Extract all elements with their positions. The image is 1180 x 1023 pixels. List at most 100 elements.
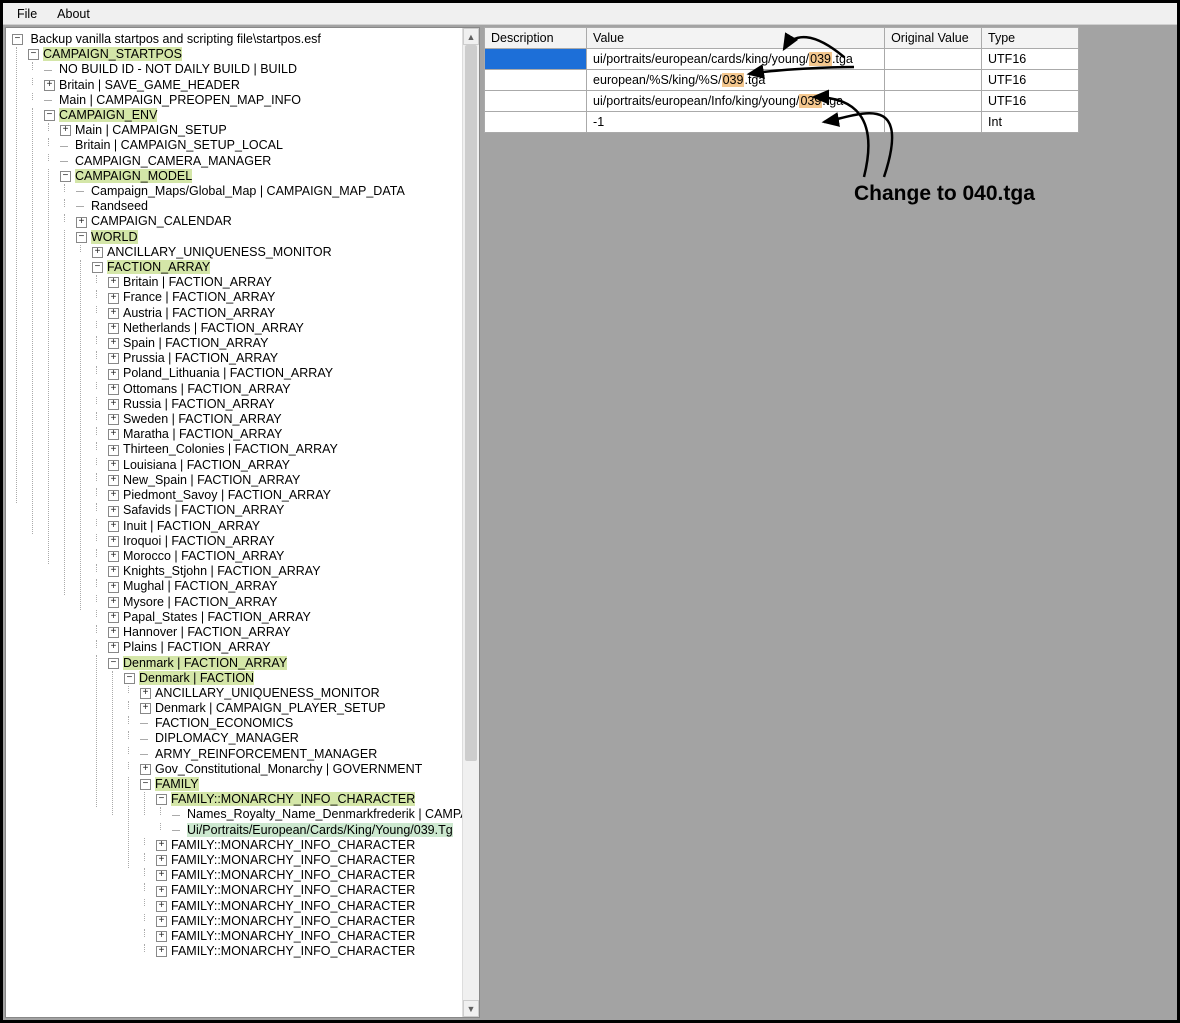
tree-item[interactable]: Britain | SAVE_GAME_HEADER [59,78,240,92]
expand-icon[interactable]: + [108,612,119,623]
tree-item[interactable]: Prussia | FACTION_ARRAY [123,351,278,365]
tree-item[interactable]: Names_Royalty_Name_Denmarkfrederik | CAM… [187,808,462,822]
tree-item[interactable]: Poland_Lithuania | FACTION_ARRAY [123,367,333,381]
tree-item[interactable]: Randseed [91,199,148,213]
tree-item[interactable]: FAMILY::MONARCHY_INFO_CHARACTER [171,884,415,898]
expand-icon[interactable]: + [108,582,119,593]
cell-description[interactable] [485,49,587,70]
expand-icon[interactable]: + [92,247,103,258]
cell-original[interactable] [885,70,982,91]
tree-root-label[interactable]: Backup vanilla startpos and scripting fi… [30,32,320,46]
expand-icon[interactable]: + [140,688,151,699]
tree-item[interactable]: FACTION_ARRAY [107,260,210,274]
expand-icon[interactable]: + [108,642,119,653]
expand-icon[interactable]: + [108,293,119,304]
col-value[interactable]: Value [587,28,885,49]
tree-item[interactable]: Morocco | FACTION_ARRAY [123,549,284,563]
menu-file[interactable]: File [7,5,47,23]
tree-item[interactable]: FAMILY::MONARCHY_INFO_CHARACTER [171,929,415,943]
expand-icon[interactable]: + [108,414,119,425]
tree-item[interactable]: Inuit | FACTION_ARRAY [123,519,260,533]
cell-value[interactable]: european/%S/king/%S/039.tga [587,70,885,91]
expand-icon[interactable]: + [156,901,167,912]
expand-icon[interactable]: + [108,429,119,440]
tree-item[interactable]: CAMPAIGN_CALENDAR [91,215,232,229]
cell-description[interactable] [485,112,587,133]
tree-item[interactable]: Mughal | FACTION_ARRAY [123,580,277,594]
tree-item[interactable]: ARMY_REINFORCEMENT_MANAGER [155,747,377,761]
expand-icon[interactable]: − [76,232,87,243]
tree-item-denmark-faction[interactable]: Denmark | FACTION [139,671,254,685]
tree-item[interactable]: New_Spain | FACTION_ARRAY [123,473,300,487]
col-type[interactable]: Type [982,28,1079,49]
tree-item[interactable]: FAMILY::MONARCHY_INFO_CHARACTER [171,914,415,928]
tree-item-monarchy-info[interactable]: FAMILY::MONARCHY_INFO_CHARACTER [171,792,415,806]
tree-item[interactable]: Netherlands | FACTION_ARRAY [123,321,304,335]
tree-item[interactable]: ANCILLARY_UNIQUENESS_MONITOR [155,686,380,700]
tree-item[interactable]: Russia | FACTION_ARRAY [123,397,275,411]
expand-icon[interactable]: + [108,551,119,562]
tree-item[interactable]: Louisiana | FACTION_ARRAY [123,458,290,472]
tree-item[interactable]: DIPLOMACY_MANAGER [155,732,299,746]
cell-type[interactable]: UTF16 [982,49,1079,70]
expand-icon[interactable]: + [76,217,87,228]
expand-icon[interactable]: + [44,80,55,91]
cell-original[interactable] [885,112,982,133]
tree-item[interactable]: Thirteen_Colonies | FACTION_ARRAY [123,443,338,457]
expand-icon[interactable]: + [108,323,119,334]
expand-icon[interactable]: + [108,277,119,288]
scroll-up-icon[interactable]: ▲ [463,28,479,45]
menu-about[interactable]: About [47,5,100,23]
tree-item[interactable]: Piedmont_Savoy | FACTION_ARRAY [123,488,331,502]
expand-icon[interactable]: − [12,34,23,45]
expand-icon[interactable]: + [108,521,119,532]
expand-icon[interactable]: + [108,566,119,577]
expand-icon[interactable]: + [108,384,119,395]
cell-type[interactable]: Int [982,112,1079,133]
cell-value[interactable]: ui/portraits/european/cards/king/young/0… [587,49,885,70]
expand-icon[interactable]: + [156,916,167,927]
expand-icon[interactable]: + [140,703,151,714]
expand-icon[interactable]: − [140,779,151,790]
cell-description[interactable] [485,91,587,112]
tree-item[interactable]: Safavids | FACTION_ARRAY [123,504,284,518]
tree-item[interactable]: Hannover | FACTION_ARRAY [123,625,291,639]
tree-item[interactable]: Denmark | CAMPAIGN_PLAYER_SETUP [155,701,386,715]
table-row[interactable]: ui/portraits/european/cards/king/young/0… [485,49,1079,70]
tree-item[interactable]: Britain | FACTION_ARRAY [123,275,272,289]
scroll-thumb[interactable] [465,45,477,761]
tree-item[interactable]: Knights_Stjohn | FACTION_ARRAY [123,564,321,578]
tree-item[interactable]: Spain | FACTION_ARRAY [123,336,268,350]
col-original[interactable]: Original Value [885,28,982,49]
expand-icon[interactable]: + [156,886,167,897]
expand-icon[interactable]: + [108,369,119,380]
expand-icon[interactable]: + [108,445,119,456]
expand-icon[interactable]: + [60,125,71,136]
expand-icon[interactable]: − [92,262,103,273]
tree-item-denmark-array[interactable]: Denmark | FACTION_ARRAY [123,656,287,670]
cell-type[interactable]: UTF16 [982,91,1079,112]
tree-item[interactable]: ANCILLARY_UNIQUENESS_MONITOR [107,245,332,259]
tree-item[interactable]: FAMILY::MONARCHY_INFO_CHARACTER [171,868,415,882]
expand-icon[interactable]: + [108,399,119,410]
table-row[interactable]: european/%S/king/%S/039.tgaUTF16 [485,70,1079,91]
tree-item-family[interactable]: FAMILY [155,777,199,791]
expand-icon[interactable]: + [108,597,119,608]
tree-item-selected[interactable]: Ui/Portraits/European/Cards/King/Young/0… [187,823,453,837]
expand-icon[interactable]: + [108,536,119,547]
expand-icon[interactable]: − [124,673,135,684]
tree-item[interactable]: CAMPAIGN_ENV [59,108,157,122]
expand-icon[interactable]: + [108,353,119,364]
tree-item[interactable]: Main | CAMPAIGN_SETUP [75,123,227,137]
tree-item[interactable]: Ottomans | FACTION_ARRAY [123,382,291,396]
tree-item[interactable]: Britain | CAMPAIGN_SETUP_LOCAL [75,139,283,153]
cell-description[interactable] [485,70,587,91]
tree-item[interactable]: FAMILY::MONARCHY_INFO_CHARACTER [171,944,415,958]
tree-item[interactable]: CAMPAIGN_MODEL [75,169,192,183]
tree-item[interactable]: Main | CAMPAIGN_PREOPEN_MAP_INFO [59,93,301,107]
vertical-scrollbar[interactable]: ▲ ▼ [462,28,479,1017]
expand-icon[interactable]: − [156,794,167,805]
expand-icon[interactable]: + [108,460,119,471]
expand-icon[interactable]: − [60,171,71,182]
expand-icon[interactable]: + [108,506,119,517]
